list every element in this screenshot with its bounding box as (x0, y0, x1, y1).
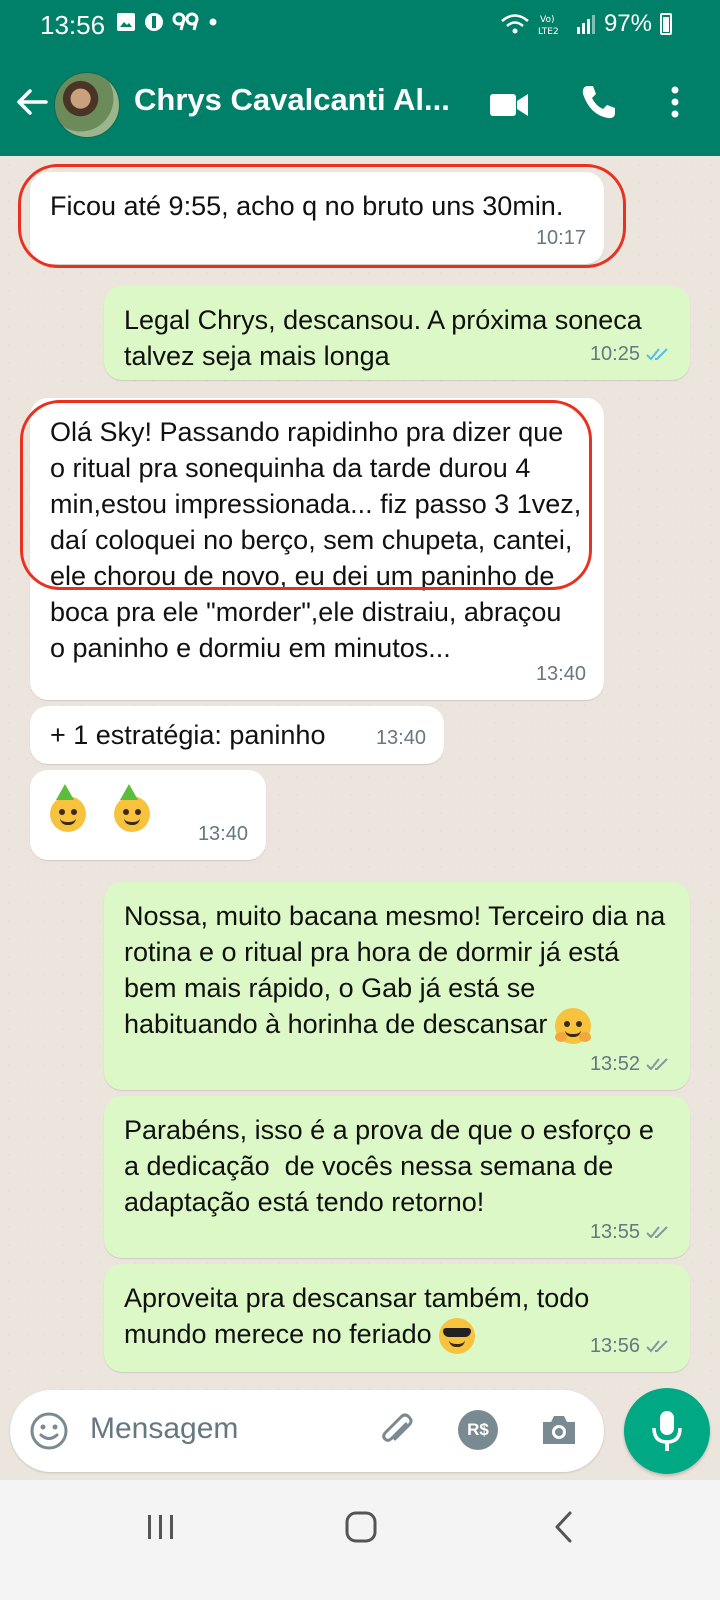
sunglasses-face-emoji (439, 1317, 476, 1354)
app-99-notification-icon (172, 12, 199, 31)
message-text: Aproveita pra descansar também, todo mun… (124, 1280, 668, 1354)
message-meta: 13:40 (198, 816, 248, 852)
incoming-message[interactable]: Ficou até 9:55, acho q no bruto uns 30mi… (30, 172, 604, 264)
message-time: 13:56 (589, 1335, 640, 1357)
message-meta: 10:17 (536, 220, 586, 256)
message-time: 13:40 (535, 663, 586, 685)
recent-apps-icon[interactable] (146, 1512, 176, 1542)
phone-icon[interactable] (578, 82, 618, 122)
message-text-content: Nossa, muito bacana mesmo! Terceiro dia … (124, 901, 673, 1039)
mic-icon (652, 1411, 682, 1451)
outgoing-message[interactable]: Legal Chrys, descansou. A próxima soneca… (104, 286, 690, 380)
status-system-icons: Vo) LTE2 97% (500, 10, 672, 38)
battery-icon (660, 13, 672, 35)
back-arrow-icon[interactable] (12, 82, 52, 122)
contact-avatar[interactable] (54, 72, 120, 138)
incoming-message[interactable]: Olá Sky! Passando rapidinho pra dizer qu… (30, 398, 604, 700)
svg-text:Vo): Vo) (540, 15, 554, 25)
nav-back-icon[interactable] (552, 1510, 576, 1544)
emoji-icon[interactable] (28, 1410, 70, 1452)
wifi-icon (501, 14, 529, 34)
message-meta: 13:55 (590, 1214, 672, 1250)
delivered-ticks-icon (646, 1058, 668, 1071)
message-time: 13:40 (197, 823, 248, 845)
incoming-message[interactable]: + 1 estratégia: paninho 13:40 (30, 706, 444, 764)
message-time: 10:25 (589, 343, 640, 365)
message-text: Nossa, muito bacana mesmo! Terceiro dia … (124, 898, 668, 1044)
video-call-icon[interactable] (488, 86, 530, 122)
message-time: 13:40 (375, 727, 426, 749)
read-ticks-icon (646, 348, 668, 361)
outgoing-message[interactable]: Nossa, muito bacana mesmo! Terceiro dia … (104, 882, 690, 1090)
attach-icon[interactable] (376, 1410, 418, 1452)
battery-percent: 97% (603, 10, 652, 37)
message-text-content: Aproveita pra descansar também, todo mun… (124, 1283, 597, 1349)
more-vert-icon[interactable] (660, 82, 690, 122)
status-time: 13:56 (40, 10, 106, 40)
message-time: 13:55 (589, 1221, 640, 1243)
mic-button[interactable] (624, 1388, 710, 1474)
message-meta: 13:52 (590, 1046, 672, 1082)
message-list[interactable]: Ficou até 9:55, acho q no bruto uns 30mi… (0, 156, 720, 1396)
camera-icon[interactable] (538, 1410, 580, 1450)
outgoing-message[interactable]: Parabéns, isso é a prova de que o esforç… (104, 1096, 690, 1258)
incoming-message[interactable]: 13:40 (30, 770, 266, 860)
delivered-ticks-icon (646, 1226, 668, 1239)
message-text: Ficou até 9:55, acho q no bruto uns 30mi… (50, 191, 564, 221)
message-meta: 13:56 (590, 1328, 672, 1364)
message-time: 13:52 (589, 1053, 640, 1075)
message-text: Legal Chrys, descansou. A próxima soneca… (124, 305, 650, 371)
volte-icon: Vo) LTE2 (538, 15, 559, 36)
status-bar: 13:56 Vo) LTE2 97% (0, 0, 720, 52)
message-input[interactable]: Mensagem (90, 1412, 238, 1446)
home-icon[interactable] (344, 1510, 378, 1544)
message-meta: 13:40 (536, 656, 586, 692)
chat-header: Chrys Cavalcanti Al... (0, 52, 720, 156)
payment-icon[interactable]: R$ (458, 1410, 498, 1450)
message-text: Olá Sky! Passando rapidinho pra dizer qu… (50, 417, 589, 663)
contact-name[interactable]: Chrys Cavalcanti Al... (134, 82, 464, 118)
hugging-face-emoji (554, 1007, 591, 1044)
partying-face-emoji (50, 783, 86, 832)
message-text: + 1 estratégia: paninho (50, 720, 326, 750)
message-text: Parabéns, isso é a prova de que o esforç… (124, 1115, 662, 1217)
message-meta: 13:40 (376, 720, 426, 756)
message-meta: 10:25 (590, 336, 672, 372)
status-notification-icons (116, 12, 218, 32)
message-time: 10:17 (535, 227, 586, 249)
message-input-bar[interactable]: Mensagem R$ (10, 1390, 604, 1472)
svg-text:LTE2: LTE2 (538, 27, 559, 36)
more-notifications-dot-icon (209, 18, 217, 26)
partying-face-emoji (113, 783, 150, 832)
emoji-row (50, 783, 150, 832)
signal-icon (576, 15, 595, 34)
delivered-ticks-icon (646, 1340, 668, 1353)
shield-notification-icon (145, 13, 163, 31)
outgoing-message[interactable]: Aproveita pra descansar também, todo mun… (104, 1264, 690, 1372)
system-nav-bar (0, 1480, 720, 1600)
gallery-notification-icon (117, 13, 135, 31)
